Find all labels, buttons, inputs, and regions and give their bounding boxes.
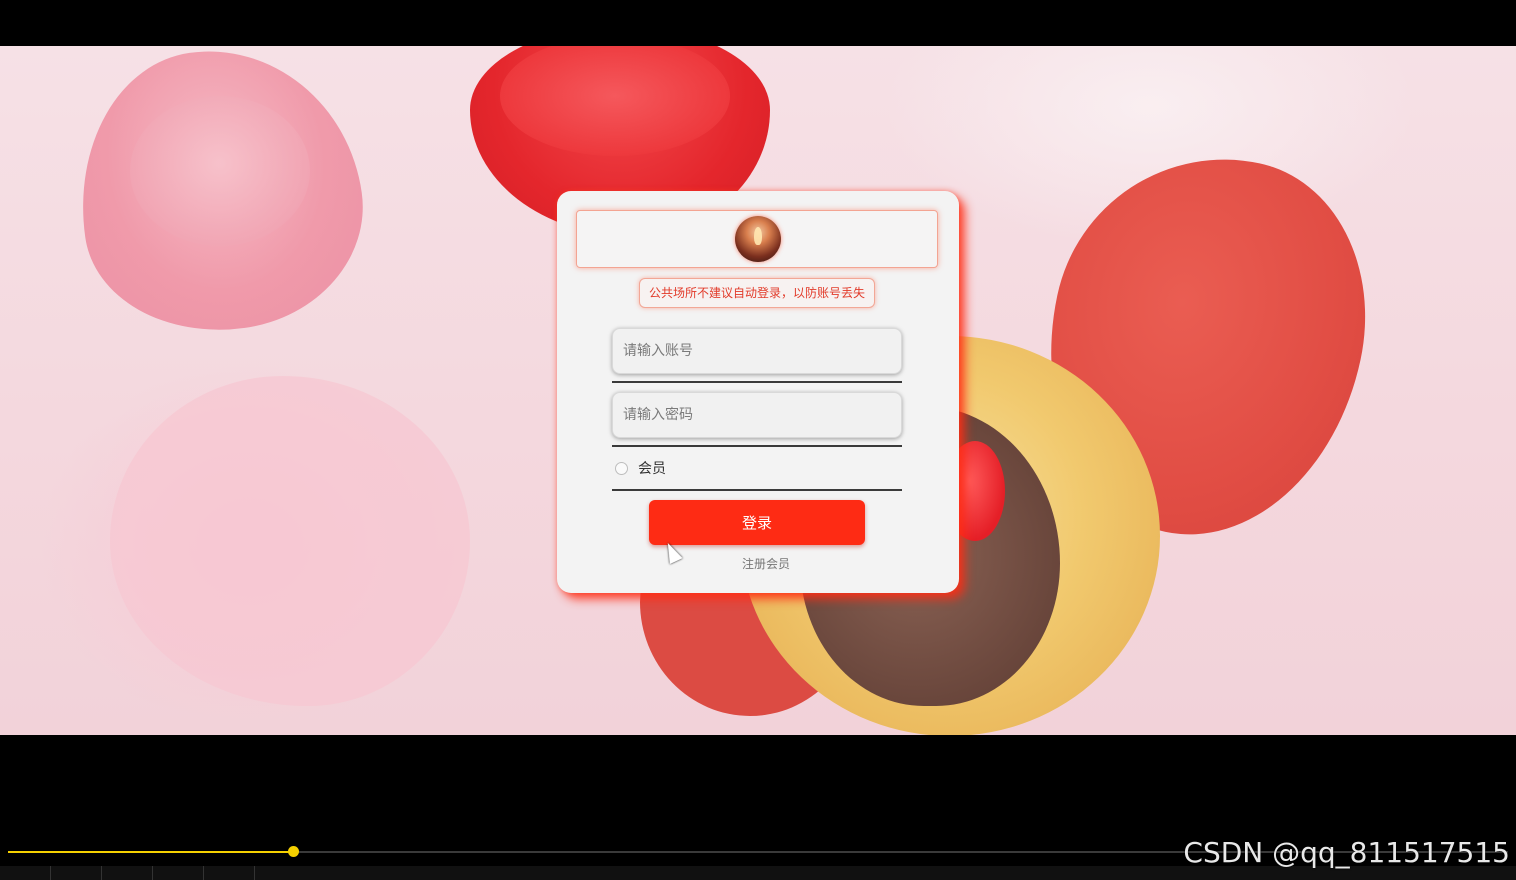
divider	[612, 445, 902, 447]
auto-login-notice: 公共场所不建议自动登录，以防账号丢失	[639, 278, 875, 308]
csdn-watermark: CSDN @qq_811517515	[1183, 836, 1510, 869]
member-option[interactable]: 会员	[615, 458, 666, 478]
progress-handle[interactable]	[288, 846, 299, 857]
control-segment[interactable]	[153, 866, 204, 880]
background-photo: 公共场所不建议自动登录，以防账号丢失 会员 登录 注册会员	[0, 46, 1516, 735]
pink-cupcake-liner-inner	[130, 96, 310, 246]
member-radio[interactable]	[615, 461, 628, 475]
divider	[612, 489, 902, 491]
control-segment[interactable]	[51, 866, 102, 880]
divider	[612, 381, 902, 383]
control-segment[interactable]	[0, 866, 51, 880]
password-input[interactable]	[612, 392, 902, 438]
member-label: 会员	[638, 461, 666, 477]
register-link[interactable]: 注册会员	[742, 555, 790, 572]
control-segment[interactable]	[102, 866, 153, 880]
avatar	[735, 216, 781, 262]
logo-box	[576, 210, 938, 268]
control-segment[interactable]	[204, 866, 255, 880]
login-card: 公共场所不建议自动登录，以防账号丢失 会员 登录 注册会员	[557, 191, 959, 593]
pale-heart-decoration	[110, 376, 470, 706]
login-button[interactable]: 登录	[649, 500, 865, 545]
progress-fill	[8, 851, 293, 853]
username-input[interactable]	[612, 328, 902, 374]
candle-flame-icon	[754, 227, 762, 245]
